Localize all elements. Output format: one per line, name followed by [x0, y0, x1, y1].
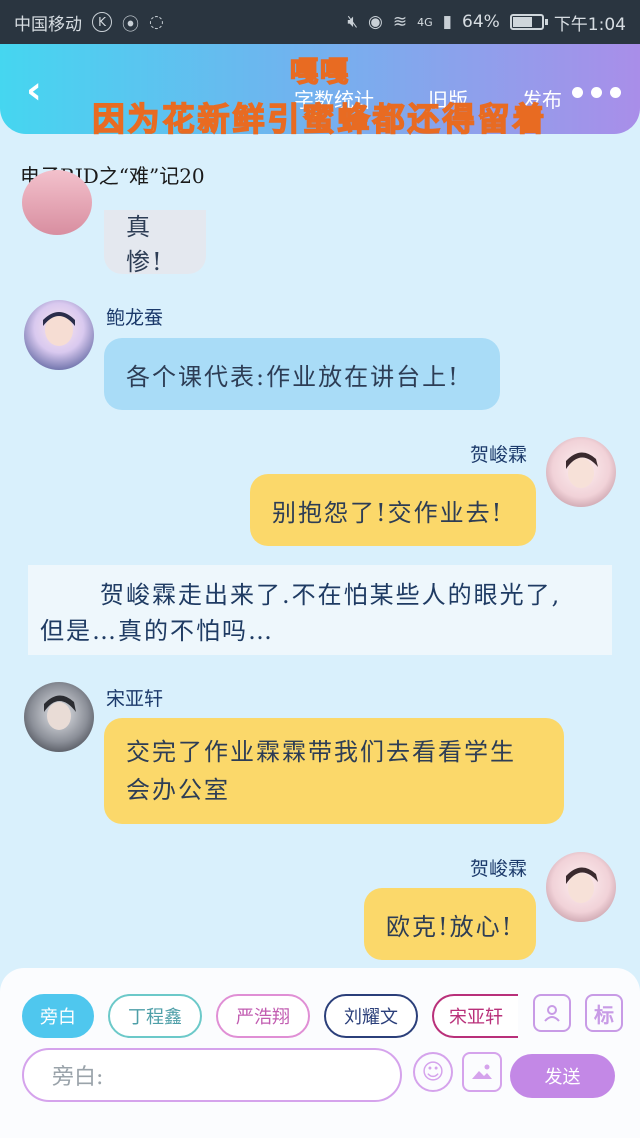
person-card-icon[interactable] — [533, 994, 571, 1032]
avatar[interactable] — [22, 170, 92, 235]
app-header: ‹ 字数统计 旧版 发布 嘎嘎 因为花新鲜引蜜蜂都还得留着 — [0, 44, 640, 139]
message-text: 欧克!放心! — [386, 912, 514, 941]
image-icon[interactable] — [462, 1052, 502, 1092]
send-button[interactable]: 发送 — [510, 1054, 615, 1098]
overlay-text-line1: 嘎嘎 — [289, 54, 350, 89]
smiley-icon[interactable]: ☺ — [413, 1052, 453, 1092]
sender-name: 贺峻霖 — [470, 444, 528, 466]
narration-line1: 贺峻霖走出来了.不在怕某些人的眼光了, — [100, 581, 562, 609]
role-chip-song-yaxuan[interactable]: 宋亚轩 — [432, 994, 518, 1038]
sender-name: 宋亚轩 — [106, 688, 164, 710]
status-left: 中国移动 K ⦿ ◌ — [14, 10, 164, 35]
narration-block: 贺峻霖走出来了.不在怕某些人的眼光了, 但是…真的不怕吗… — [28, 565, 612, 655]
sender-name: 贺峻霖 — [470, 858, 528, 880]
status-bar: 中国移动 K ⦿ ◌ 🔇︎ ◉ ≋ 4G ▮ 64% 下午1:04 — [0, 0, 640, 44]
chat-bubble: 真惨! — [104, 210, 206, 276]
role-chip-ding-chengxin[interactable]: 丁程鑫 — [108, 994, 202, 1038]
role-chip-yan-haoxiang[interactable]: 严浩翔 — [216, 994, 310, 1038]
loading-icon: ◌ — [149, 12, 164, 32]
message-text-line2: 会办公室 — [126, 776, 230, 804]
input-placeholder: 旁白: — [52, 1065, 104, 1090]
narration-line2: 但是…真的不怕吗… — [40, 617, 274, 645]
role-chip-narrator[interactable]: 旁白 — [22, 994, 94, 1038]
message-text: 别抱怨了!交作业去! — [272, 498, 504, 527]
status-right: 🔇︎ ◉ ≋ 4G ▮ 64% 下午1:04 — [347, 10, 626, 35]
wifi-icon: ≋ — [392, 12, 408, 32]
role-chip-liu-yaowen[interactable]: 刘耀文 — [324, 994, 418, 1038]
chat-bubble: 别抱怨了!交作业去! — [250, 474, 536, 546]
avatar[interactable] — [546, 852, 616, 922]
eye-icon: ◉ — [368, 12, 383, 32]
clock: 下午1:04 — [553, 14, 626, 35]
carrier-badge: K — [92, 12, 112, 32]
avatar[interactable] — [546, 437, 616, 507]
battery-icon — [509, 14, 548, 30]
network-type: 4G — [417, 15, 433, 29]
chat-bubble: 各个课代表:作业放在讲台上! — [104, 338, 500, 410]
tag-button[interactable]: 标 — [585, 994, 623, 1032]
message-text-line1: 交完了作业霖霖带我们去看看学生 — [126, 738, 516, 766]
message-input[interactable]: 旁白: — [22, 1048, 402, 1102]
mute-icon: 🔇︎ — [347, 12, 359, 32]
carrier-name: 中国移动 — [14, 14, 82, 35]
avatar[interactable] — [24, 300, 94, 370]
more-dots-icon[interactable] — [570, 82, 622, 102]
sync-icon: ⦿ — [122, 14, 139, 35]
message-text: 真惨! — [126, 213, 164, 276]
overlay-text-line2: 因为花新鲜引蜜蜂都还得留着 — [92, 99, 548, 139]
chat-bubble: 交完了作业霖霖带我们去看看学生 会办公室 — [104, 718, 564, 824]
sender-name: 鲍龙蚕 — [106, 307, 164, 329]
input-panel: 旁白 丁程鑫 严浩翔 刘耀文 宋亚轩 标 旁白: ☺ 发送 — [0, 968, 640, 1138]
chat-bubble: 欧克!放心! — [364, 888, 536, 960]
signal-icon: ▮ — [442, 12, 453, 32]
battery-percent: 64% — [462, 12, 500, 32]
message-text: 各个课代表:作业放在讲台上! — [126, 362, 460, 391]
avatar[interactable] — [24, 682, 94, 752]
